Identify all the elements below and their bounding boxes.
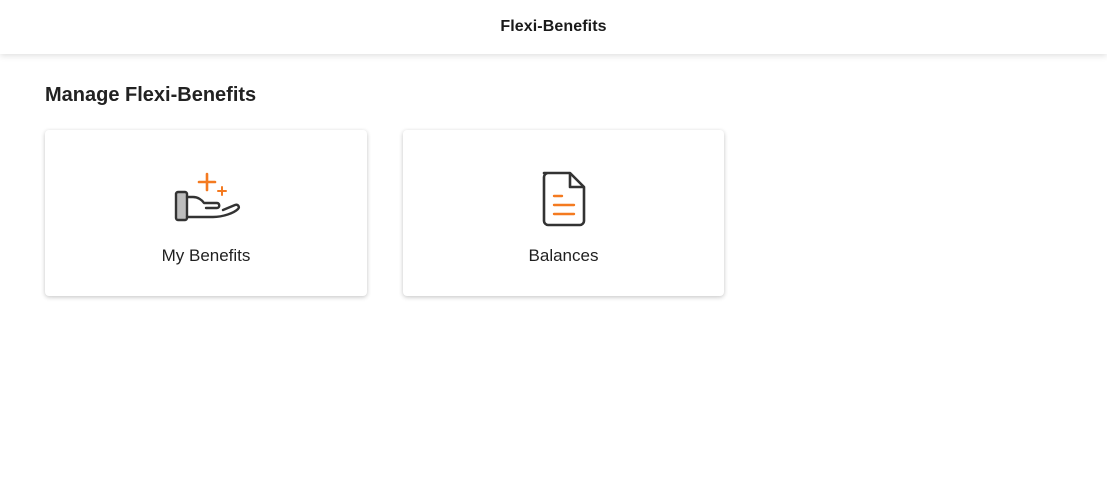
my-benefits-label: My Benefits bbox=[161, 246, 251, 265]
balances-card[interactable]: Balances bbox=[403, 130, 724, 296]
page-title: Flexi-Benefits bbox=[500, 18, 607, 35]
balances-label: Balances bbox=[528, 246, 599, 265]
document-icon bbox=[542, 171, 585, 227]
section-title: Manage Flexi-Benefits bbox=[45, 84, 257, 106]
top-bar: Flexi-Benefits bbox=[0, 0, 1107, 54]
hand-benefits-icon bbox=[174, 172, 240, 222]
my-benefits-card[interactable]: My Benefits bbox=[45, 130, 367, 296]
